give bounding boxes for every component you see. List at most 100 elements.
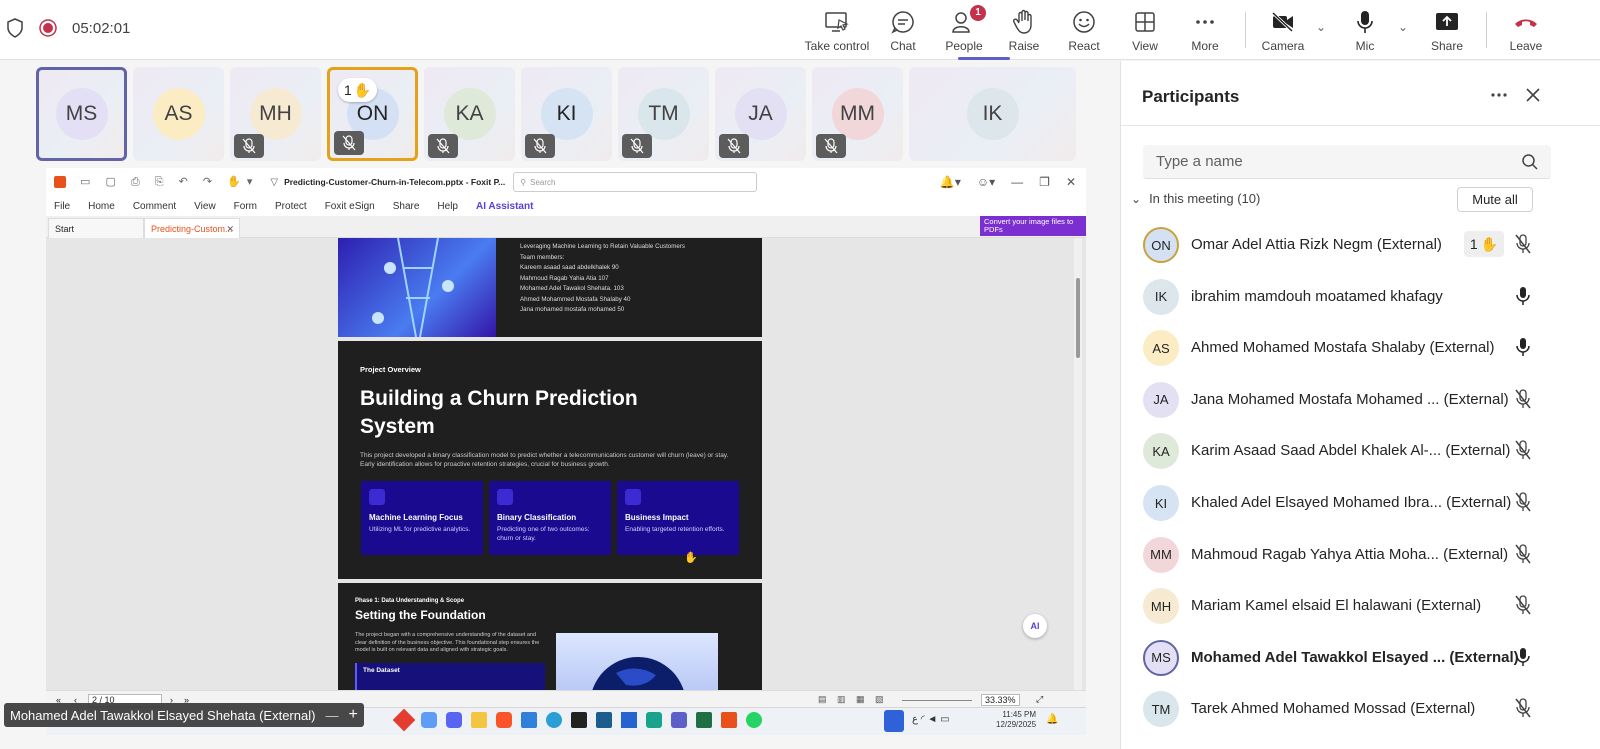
slide-1-line: Jana mohamed mostafa mohamed 50 [520, 306, 625, 313]
mute-all-button[interactable]: Mute all [1457, 187, 1533, 212]
muted-mic-icon[interactable] [1513, 697, 1533, 719]
notification-icon[interactable]: 🔔 [1046, 714, 1058, 725]
menu-comment[interactable]: Comment [133, 201, 176, 212]
tray-mic-icon[interactable] [884, 710, 904, 732]
people-icon: 1 [951, 5, 986, 36]
external-tag: (External) [1449, 648, 1519, 666]
more-options-icon[interactable] [1489, 85, 1509, 105]
video-tile[interactable]: MS [36, 67, 127, 161]
take-control-button[interactable]: Take control [800, 8, 874, 53]
avatar-initials: TM [1151, 701, 1171, 717]
video-tile[interactable]: IK [909, 67, 1076, 161]
menu-ai-assistant[interactable]: AI Assistant [476, 201, 533, 212]
camera-options-chevron-icon[interactable]: ⌄ [1316, 20, 1326, 34]
menu-form[interactable]: Form [234, 201, 257, 212]
video-tile[interactable]: TM [618, 67, 709, 161]
menu-view[interactable]: View [194, 201, 216, 212]
mic-button[interactable]: Mic [1328, 8, 1402, 53]
app-icon[interactable] [392, 708, 416, 732]
participant-row[interactable]: JA Jana Mohamed Mostafa Mohamed ... (Exte… [1121, 378, 1600, 430]
participant-row[interactable]: IK ibrahim mamdouh moatamed khafagy [1121, 275, 1600, 327]
tab-start[interactable]: Start [48, 218, 144, 238]
teams-icon[interactable] [671, 712, 687, 728]
whatsapp-icon[interactable] [746, 712, 762, 728]
participant-row[interactable]: MS Mohamed Adel Tawakkol Elsayed ... (Ext… [1121, 636, 1600, 688]
presenter-name-tag: Mohamed Adel Tawakkol Elsayed Shehata (E… [4, 703, 364, 727]
mic-options-chevron-icon[interactable]: ⌄ [1398, 20, 1408, 34]
folder-icon[interactable] [471, 712, 487, 728]
meeting-section-toggle[interactable]: ⌄ In this meeting (10) [1131, 191, 1260, 206]
foxit-icon[interactable] [721, 712, 737, 728]
vscode-icon[interactable] [521, 712, 537, 728]
menu-file[interactable]: File [54, 201, 70, 212]
video-tile[interactable]: JA [715, 67, 806, 161]
menu-help[interactable]: Help [437, 201, 458, 212]
app-icon[interactable] [571, 712, 587, 728]
view-mode-icons[interactable]: ▤ ▥ ▦ ▧ [818, 694, 888, 705]
leave-button[interactable]: Leave [1489, 8, 1563, 53]
search-box[interactable]: ⚲ Search [513, 172, 758, 192]
app-icon[interactable] [446, 712, 462, 728]
microphone-icon[interactable] [1513, 336, 1533, 358]
restore-icon[interactable]: ❐ [1039, 175, 1050, 189]
participant-row[interactable]: ON Omar Adel Attia Rizk Negm (External) 1 ✋ [1121, 223, 1600, 275]
close-icon[interactable]: ✕ [1066, 175, 1076, 189]
excel-icon[interactable] [696, 712, 712, 728]
video-tile[interactable]: KA [424, 67, 515, 161]
convert-banner[interactable]: Convert your image files to PDFs [980, 216, 1086, 236]
business-icon [625, 489, 641, 505]
muted-mic-icon[interactable] [1513, 388, 1533, 410]
participant-row[interactable]: KI Khaled Adel Elsayed Mohamed Ibra... (E… [1121, 481, 1600, 533]
account-icon[interactable]: ☺▾ [977, 175, 995, 189]
muted-mic-icon[interactable] [1513, 491, 1533, 513]
participant-row[interactable]: MH Mariam Kamel elsaid El halawani (Exter… [1121, 584, 1600, 636]
video-tile[interactable]: MM [812, 67, 903, 161]
close-tab-icon[interactable]: ✕ [226, 224, 234, 235]
muted-mic-icon[interactable] [1513, 439, 1533, 461]
app-icon[interactable] [646, 712, 662, 728]
menu-esign[interactable]: Foxit eSign [325, 201, 375, 212]
tray-clock[interactable]: 11:45 PM 12/29/2025 [996, 710, 1036, 730]
card-desc: Utilizing ML for predictive analytics. [369, 526, 471, 533]
minimize-icon[interactable]: — [1011, 175, 1023, 189]
participant-row[interactable]: AS Ahmed Mohamed Mostafa Shalaby (Externa… [1121, 326, 1600, 378]
app-icon[interactable] [421, 712, 437, 728]
muted-mic-icon[interactable] [1513, 594, 1533, 616]
fullscreen-icon[interactable]: ⤢ [1036, 694, 1043, 705]
video-tile[interactable]: AS [133, 67, 224, 161]
participant-search-input[interactable]: Type a name [1143, 145, 1551, 179]
menu-share[interactable]: Share [393, 201, 420, 212]
participant-row[interactable]: MM Mahmoud Ragab Yahya Attia Moha... (Ext… [1121, 533, 1600, 585]
participant-row[interactable]: TM Tarek Ahmed Mohamed Mossad (External) [1121, 687, 1600, 739]
tab-document[interactable]: Predicting-Custom... ✕ [144, 218, 240, 238]
close-panel-icon[interactable] [1524, 86, 1542, 104]
scrollbar[interactable] [1074, 238, 1082, 690]
video-tile[interactable]: MH [230, 67, 321, 161]
zoom-slider[interactable] [902, 700, 972, 701]
camera-button[interactable]: Camera [1246, 8, 1320, 53]
ai-assistant-floating-button[interactable]: AI [1023, 614, 1047, 638]
minimize-icon[interactable]: — [325, 708, 338, 723]
scrollbar-thumb[interactable] [1076, 278, 1080, 358]
more-button[interactable]: More [1168, 8, 1242, 53]
muted-mic-icon[interactable] [1513, 543, 1533, 565]
video-tile[interactable]: ON 1 ✋ [327, 67, 418, 161]
app-icon[interactable] [546, 712, 562, 728]
avatar: AS [1143, 330, 1179, 367]
share-button[interactable]: Share [1410, 8, 1484, 53]
video-tile[interactable]: KI [521, 67, 612, 161]
bell-icon[interactable]: 🔔▾ [940, 175, 961, 189]
microphone-icon[interactable] [1513, 285, 1533, 307]
app-icon[interactable] [621, 712, 637, 728]
app-icon[interactable] [596, 712, 612, 728]
microphone-icon[interactable] [1513, 646, 1533, 668]
menu-protect[interactable]: Protect [275, 201, 307, 212]
muted-mic-icon[interactable] [1513, 233, 1533, 255]
slide-2-title: Building a Churn Prediction System [360, 387, 638, 438]
app-icon[interactable] [496, 712, 512, 728]
plus-icon[interactable]: + [348, 706, 357, 724]
participant-row[interactable]: KA Karim Asaad Saad Abdel Khalek Al-... (… [1121, 429, 1600, 481]
avatar-initials: MS [1151, 650, 1171, 666]
zoom-level[interactable]: 33.33% [981, 694, 1020, 706]
menu-home[interactable]: Home [88, 201, 115, 212]
